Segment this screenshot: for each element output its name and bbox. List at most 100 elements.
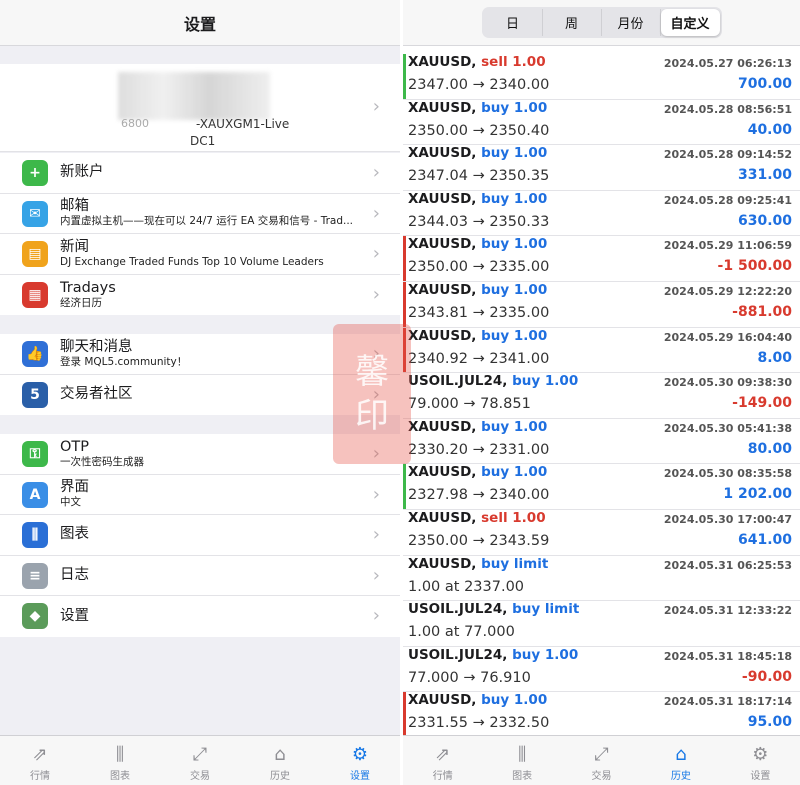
chevron-right-icon: › (372, 243, 380, 264)
trade-row[interactable]: XAUUSD, buy limit 1.00 at 2337.00 2024.05.… (403, 556, 800, 602)
chevron-right-icon: › (372, 524, 380, 545)
tab-history[interactable]: ⌂ 历史 (641, 736, 720, 785)
trade-action: buy 1.00 (481, 692, 548, 709)
tab-gear[interactable]: ⚙ 设置 (320, 736, 400, 785)
tab-chart[interactable]: ⫼ 图表 (80, 736, 160, 785)
tab-history[interactable]: ⌂ 历史 (240, 736, 320, 785)
trade-row[interactable]: XAUUSD, buy 1.00 2327.98 → 2340.00 2024.05… (403, 464, 800, 510)
trade-row[interactable]: XAUUSD, buy 1.00 2331.55 → 2332.50 2024.05… (403, 692, 800, 738)
tab-chart[interactable]: ⫼ 图表 (482, 736, 561, 785)
row-marker (403, 54, 406, 99)
trade-row[interactable]: XAUUSD, buy 1.00 2330.20 → 2331.00 2024.05… (403, 419, 800, 465)
trade-icon: ⤢ (594, 743, 609, 765)
menu-item-news[interactable]: ▤ 新闻 DJ Exchange Traded Funds Top 10 Volum… (0, 234, 400, 275)
trade-row[interactable]: USOIL.JUL24, buy 1.00 79.000 → 78.851 2024… (403, 373, 800, 419)
period-segmented-control: 日周月份 自定义 (481, 7, 722, 38)
trade-row[interactable]: XAUUSD, sell 1.00 2347.00 → 2340.00 2024.0… (403, 54, 800, 100)
chevron-right-icon: › (372, 162, 380, 183)
tab-label: 历史 (270, 771, 290, 782)
tab-quotes[interactable]: ⇗ 行情 (0, 736, 80, 785)
menu-item-mail[interactable]: ✉ 邮箱 内置虚拟主机——现在可以 24/7 运行 EA 交易和信号 - Trad.… (0, 194, 400, 234)
trade-time: 2024.05.30 08:35:58 (663, 467, 792, 481)
menu-item-language[interactable]: A 界面 中文 › (0, 475, 400, 515)
menu-item-tradays[interactable]: ▦ Tradays 经济日历 › (0, 275, 400, 316)
menu-item-subtitle: 中文 (60, 496, 81, 509)
menu-item-new-account[interactable]: + 新账户 › (0, 153, 400, 194)
trade-action: buy 1.00 (512, 646, 579, 663)
trade-time: 2024.05.31 18:45:18 (663, 649, 792, 663)
trade-time: 2024.05.30 05:41:38 (663, 421, 792, 435)
menu-item-subtitle: 一次性密码生成器 (60, 455, 144, 468)
trade-prices: 2330.20 → 2331.00 (408, 441, 550, 458)
segment-2[interactable]: 月份 (602, 9, 661, 36)
tab-label: 交易 (591, 771, 612, 782)
account-number: 6800 (121, 117, 149, 130)
trade-row[interactable]: XAUUSD, buy 1.00 2344.03 → 2350.33 2024.05… (403, 191, 800, 237)
news-icon: ▤ (22, 241, 48, 267)
menu-group-3: ⚿ OTP 一次性密码生成器 › A 界面 中文 › ⫼ 图表 › ≡ 日志 › ◆ 设置 › (0, 434, 400, 637)
trade-row[interactable]: USOIL.JUL24, buy 1.00 77.000 → 76.910 2024… (403, 647, 800, 693)
trade-symbol: XAUUSD, (408, 327, 477, 344)
tab-label: 历史 (670, 771, 691, 782)
trade-row[interactable]: XAUUSD, sell 1.00 2350.00 → 2343.59 2024.0… (403, 510, 800, 556)
tab-quotes[interactable]: ⇗ 行情 (403, 736, 482, 785)
trade-row[interactable]: XAUUSD, buy 1.00 2347.04 → 2350.35 2024.05… (403, 145, 800, 191)
tab-gear[interactable]: ⚙ 设置 (721, 736, 800, 785)
chevron-right-icon: › (372, 605, 380, 626)
trade-profit: 40.00 (747, 121, 792, 138)
quotes-icon: ⇗ (435, 743, 451, 765)
trade-profit: 700.00 (737, 76, 792, 92)
menu-item-label: 聊天和消息 (60, 338, 133, 355)
trade-profit: 641.00 (737, 531, 792, 548)
chevron-right-icon: › (372, 564, 380, 586)
trade-action: buy 1.00 (481, 327, 548, 344)
trade-prices: 2347.00 → 2340.00 (408, 77, 550, 93)
chevron-right-icon: › (372, 96, 380, 117)
menu-item-label: 新闻 (60, 238, 89, 255)
trade-time: 2024.05.30 09:38:30 (663, 376, 792, 390)
trade-action: buy 1.00 (512, 373, 579, 390)
chart-icon: ⫼ (517, 743, 527, 765)
trade-prices: 2340.92 → 2341.00 (408, 350, 550, 367)
trade-profit: -881.00 (732, 303, 792, 320)
trade-profit: 331.00 (737, 167, 792, 184)
settings-icon: ◆ (22, 603, 48, 629)
tab-label: 行情 (30, 771, 50, 782)
trade-row[interactable]: XAUUSD, buy 1.00 2350.00 → 2350.40 2024.05… (403, 100, 800, 146)
mail-icon: ✉ (22, 200, 48, 227)
tab-label: 交易 (190, 771, 210, 782)
menu-item-journal[interactable]: ≡ 日志 › (0, 556, 400, 596)
trade-time: 2024.05.30 17:00:47 (663, 512, 792, 526)
account-dc: DC1 (190, 134, 216, 148)
trade-row[interactable]: XAUUSD, buy 1.00 2343.81 → 2335.00 2024.05… (403, 281, 800, 328)
menu-item-label: 日志 (60, 566, 89, 583)
tab-trade[interactable]: ⤢ 交易 (562, 736, 641, 785)
menu-item-label: 交易者社区 (60, 386, 133, 403)
chevron-right-icon: › (372, 283, 380, 305)
menu-item-label: OTP (60, 438, 90, 455)
trade-action: sell 1.00 (481, 509, 546, 526)
trade-time: 2024.05.29 16:04:40 (663, 330, 792, 344)
segment-3[interactable]: 自定义 (660, 9, 720, 36)
trade-profit: 80.00 (747, 440, 792, 457)
trade-icon: ⤢ (192, 743, 208, 765)
history-screen: 日周月份 自定义 XAUUSD, sell 1.00 2347.00 → 2340.… (403, 0, 800, 785)
trade-row[interactable]: USOIL.JUL24, buy limit 1.00 at 77.000 2024… (403, 601, 800, 647)
segment-0[interactable]: 日 (484, 9, 543, 36)
trade-action: buy 1.00 (481, 236, 548, 253)
menu-item-chart[interactable]: ⫼ 图表 › (0, 515, 400, 556)
row-marker (403, 464, 406, 509)
trade-row[interactable]: XAUUSD, buy 1.00 2350.00 → 2335.00 2024.05… (403, 236, 800, 282)
menu-item-subtitle: DJ Exchange Traded Funds Top 10 Volume L… (60, 255, 324, 268)
account-row[interactable]: 6800 -XAUXGM1-Live DC1 › (0, 64, 400, 152)
page-title: 设置 (0, 0, 400, 46)
trade-profit: 630.00 (737, 212, 792, 229)
trade-prices: 79.000 → 78.851 (408, 396, 531, 413)
trade-row[interactable]: XAUUSD, buy 1.00 2340.92 → 2341.00 2024.05… (403, 327, 800, 374)
account-server: -XAUXGM1-Live (196, 117, 290, 131)
menu-item-settings[interactable]: ◆ 设置 › (0, 596, 400, 637)
menu-item-label: 邮箱 (60, 198, 89, 215)
segment-1[interactable]: 周 (543, 9, 602, 36)
tab-trade[interactable]: ⤢ 交易 (160, 736, 240, 785)
trade-symbol: XAUUSD, (408, 145, 477, 162)
